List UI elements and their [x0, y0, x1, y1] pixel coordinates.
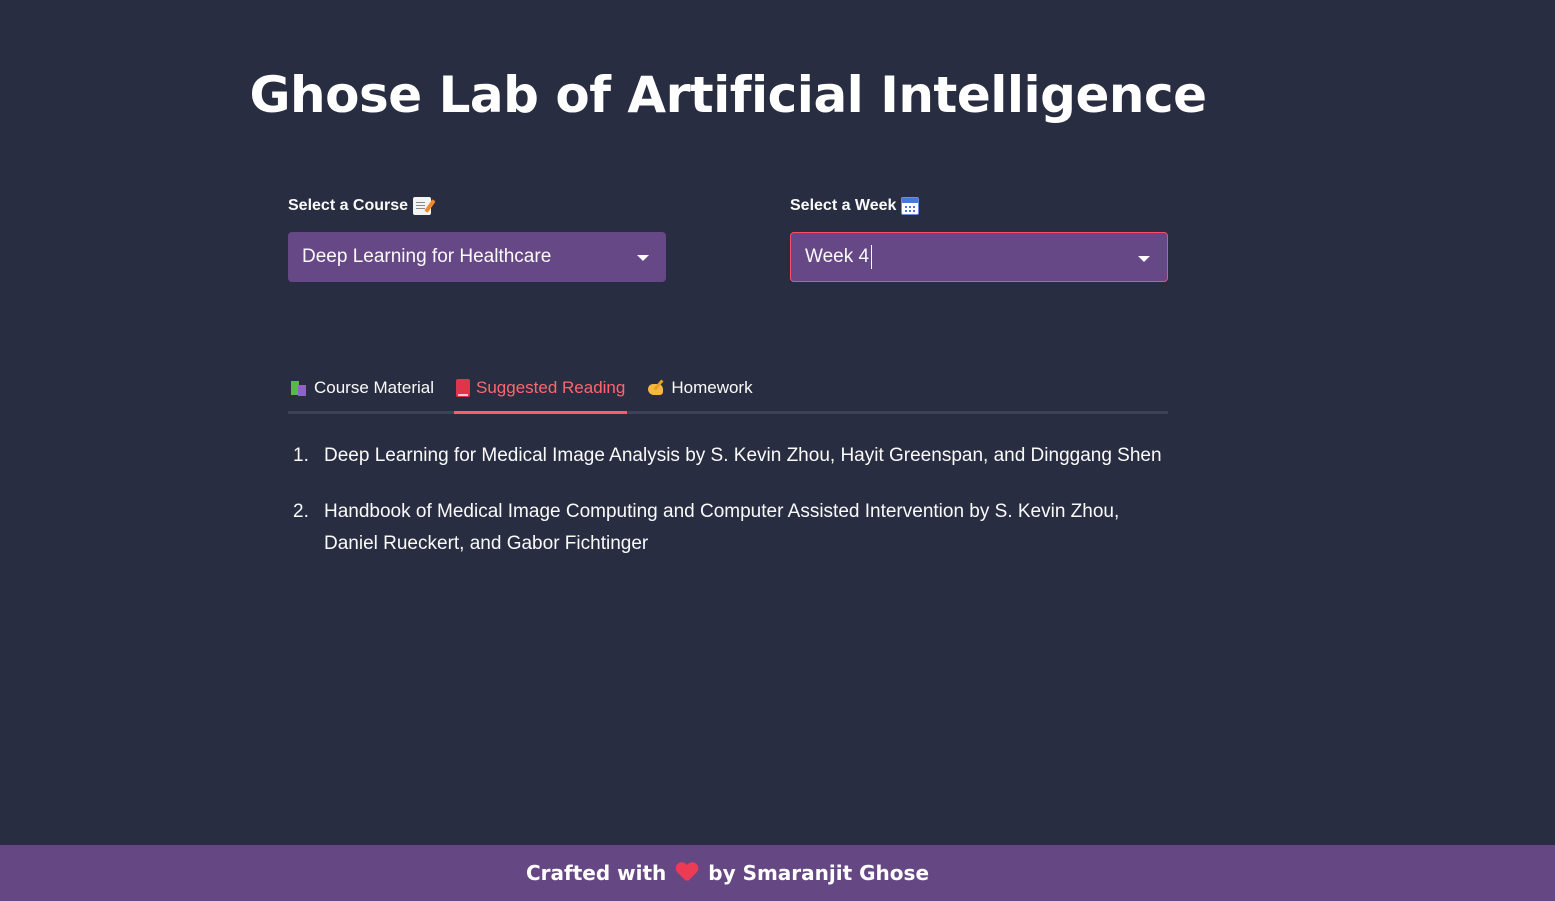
app-page: Ghose Lab of Artificial Intelligence Sel… [0, 0, 1555, 901]
chevron-down-icon[interactable] [1138, 256, 1150, 262]
tab-homework[interactable]: Homework [645, 365, 754, 411]
tab-label: Suggested Reading [476, 378, 626, 397]
course-select-label-text: Select a Course [288, 197, 409, 214]
tab-bar: Course Material Suggested Reading Homewo… [288, 368, 1168, 414]
week-select-label: Select a Week [790, 197, 920, 215]
course-select[interactable]: Deep Learning for Healthcare [288, 232, 666, 282]
list-item-number: 1. [293, 445, 309, 466]
footer-prefix: Crafted with [525, 861, 667, 885]
tab-label: Course Material [314, 378, 434, 397]
tab-label: Homework [671, 378, 753, 397]
course-select-value: Deep Learning for Healthcare [302, 246, 552, 267]
tab-course-material[interactable]: Course Material [288, 365, 436, 411]
footer-author: by Smaranjit Ghose [708, 861, 930, 885]
list-item-text: Deep Learning for Medical Image Analysis… [324, 445, 1162, 466]
course-select-label: Select a Course [288, 197, 432, 215]
week-select-label-text: Select a Week [790, 197, 897, 214]
page-title: Ghose Lab of Artificial Intelligence [249, 66, 1208, 124]
books-icon [290, 379, 308, 397]
reading-list: 1. Deep Learning for Medical Image Analy… [288, 440, 1168, 584]
footer: Crafted with by Smaranjit Ghose [0, 845, 1555, 901]
memo-icon [413, 197, 432, 215]
list-item-number: 2. [293, 501, 309, 522]
week-select[interactable]: Week 4 [790, 232, 1168, 282]
list-item: 1. Deep Learning for Medical Image Analy… [288, 440, 1168, 472]
chevron-down-icon[interactable] [637, 255, 649, 261]
tab-suggested-reading[interactable]: Suggested Reading [454, 365, 628, 414]
list-item: 2. Handbook of Medical Image Computing a… [288, 496, 1168, 560]
heart-icon [676, 863, 698, 883]
text-cursor [871, 245, 873, 269]
writing-hand-icon [647, 379, 665, 397]
list-item-text: Handbook of Medical Image Computing and … [324, 501, 1120, 554]
book-icon [456, 379, 470, 397]
week-select-value: Week 4 [805, 246, 870, 267]
calendar-icon [901, 197, 920, 215]
